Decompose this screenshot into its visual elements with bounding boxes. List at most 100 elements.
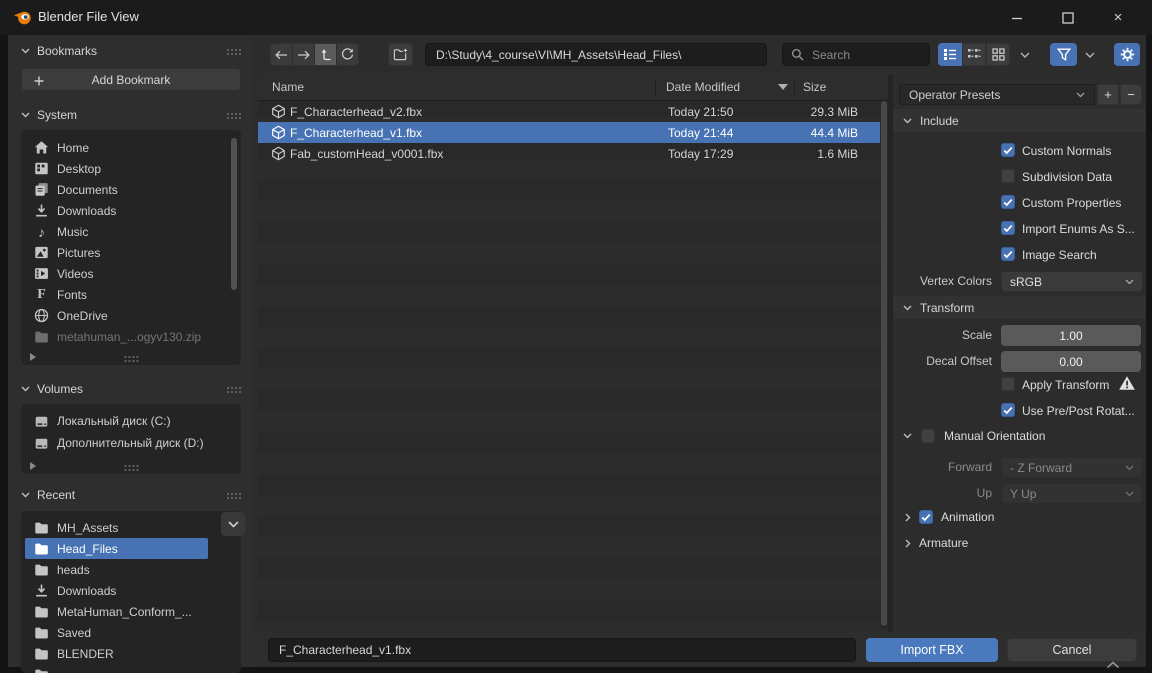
section-header-recent[interactable]: Recent: [21, 484, 241, 506]
panel-header-armature[interactable]: Armature: [905, 536, 968, 550]
mesh-cube-icon: [272, 125, 285, 140]
column-divider[interactable]: [794, 80, 795, 95]
chevron-up-icon[interactable]: [1106, 661, 1120, 669]
chevron-down-icon: [1125, 465, 1134, 470]
sidebar-item-home[interactable]: Home: [21, 137, 241, 158]
panel-header-animation[interactable]: Animation: [905, 510, 994, 524]
recent-item-mh-assets[interactable]: MH_Assets: [21, 517, 241, 538]
search-input[interactable]: [810, 46, 914, 63]
create-new-directory-button[interactable]: [388, 43, 413, 66]
manual-orientation-header[interactable]: Manual Orientation: [903, 429, 1045, 443]
file-list-scrollbar[interactable]: [881, 101, 887, 628]
recent-item-partial[interactable]: [21, 664, 241, 673]
desktop-icon: [35, 162, 48, 175]
plus-icon: [34, 76, 44, 86]
recent-item-heads[interactable]: heads: [21, 559, 241, 580]
file-row[interactable]: Fab_customHead_v0001.fbx Today 17:29 1.6…: [258, 143, 880, 164]
resize-grip-icon[interactable]: [123, 464, 139, 471]
minimize-button[interactable]: [999, 4, 1035, 31]
maximize-button[interactable]: [1050, 4, 1086, 31]
settings-button[interactable]: [1114, 43, 1140, 66]
search-field[interactable]: [782, 43, 930, 66]
forward-dropdown[interactable]: - Z Forward: [1001, 457, 1143, 478]
checkbox-custom-normals[interactable]: [1001, 143, 1015, 157]
view-horizontal-list-button[interactable]: [962, 43, 986, 66]
column-header-date-modified[interactable]: Date Modified: [666, 80, 740, 94]
sidebar-item-onedrive[interactable]: OneDrive: [21, 305, 241, 326]
view-vertical-list-button[interactable]: [938, 43, 962, 66]
resize-grip-icon[interactable]: [123, 355, 139, 362]
recent-item-head-files[interactable]: Head_Files: [25, 538, 208, 559]
panel-header-transform[interactable]: Transform: [893, 296, 1146, 319]
recent-item-downloads[interactable]: Downloads: [21, 580, 241, 601]
checkbox-custom-properties[interactable]: [1001, 195, 1015, 209]
path-field[interactable]: [425, 43, 767, 66]
filename-input[interactable]: [268, 638, 856, 662]
up-dropdown[interactable]: Y Up: [1001, 483, 1143, 504]
sort-descending-icon[interactable]: [778, 84, 788, 90]
checkbox-apply-transform[interactable]: [1001, 377, 1015, 391]
sidebar-item-documents[interactable]: Documents: [21, 179, 241, 200]
section-header-bookmarks[interactable]: Bookmarks: [21, 40, 241, 62]
scale-field[interactable]: 1.00: [1001, 325, 1141, 346]
add-bookmark-button[interactable]: Add Bookmark: [21, 68, 241, 91]
volume-item-d[interactable]: Дополнительный диск (D:): [21, 432, 241, 454]
sidebar-item-music[interactable]: ♪ Music: [21, 221, 241, 242]
display-settings-dropdown[interactable]: [1010, 43, 1040, 66]
file-row[interactable]: F_Characterhead_v2.fbx Today 21:50 29.3 …: [258, 101, 880, 122]
close-button[interactable]: ×: [1100, 4, 1136, 31]
music-note-icon: ♪: [38, 223, 45, 240]
file-row-selected[interactable]: F_Characterhead_v1.fbx Today 21:44 44.4 …: [258, 122, 880, 143]
column-header-size[interactable]: Size: [803, 80, 826, 94]
recent-item-metahuman-conform[interactable]: MetaHuman_Conform_...: [21, 601, 241, 622]
sidebar-item-videos[interactable]: Videos: [21, 263, 241, 284]
column-header-name[interactable]: Name: [272, 80, 304, 94]
import-options-panel: Operator Presets + − Include Custom Norm…: [893, 75, 1146, 632]
drag-grip-icon[interactable]: [226, 47, 241, 55]
import-fbx-button[interactable]: Import FBX: [866, 638, 998, 662]
window-title: Blender File View: [38, 9, 139, 24]
decal-offset-field[interactable]: 0.00: [1001, 351, 1141, 372]
panel-header-include[interactable]: Include: [893, 109, 1146, 132]
back-button[interactable]: [271, 44, 293, 65]
vertex-colors-dropdown[interactable]: sRGB: [1001, 271, 1143, 292]
sidebar-item-fonts[interactable]: F Fonts: [21, 284, 241, 305]
volume-item-c[interactable]: Локальный диск (C:): [21, 410, 241, 432]
view-thumbnails-button[interactable]: [986, 43, 1010, 66]
section-header-volumes[interactable]: Volumes: [21, 378, 241, 400]
remove-preset-button[interactable]: −: [1120, 84, 1142, 105]
filter-group: [1050, 43, 1103, 66]
sidebar-item-desktop[interactable]: Desktop: [21, 158, 241, 179]
column-divider[interactable]: [655, 80, 656, 95]
decal-offset-label: Decal Offset: [926, 354, 992, 368]
section-header-system[interactable]: System: [21, 104, 241, 126]
sidebar-item-downloads[interactable]: Downloads: [21, 200, 241, 221]
region-expand-arrow[interactable]: [30, 353, 36, 361]
checkbox-subdivision-data[interactable]: [1001, 169, 1015, 183]
recent-item-saved[interactable]: Saved: [21, 622, 241, 643]
checkbox-manual-orientation[interactable]: [921, 429, 935, 443]
recent-options-button[interactable]: [221, 512, 245, 536]
add-preset-button[interactable]: +: [1097, 84, 1119, 105]
filter-settings-dropdown[interactable]: [1077, 43, 1103, 66]
forward-button[interactable]: [293, 44, 315, 65]
checkbox-animation[interactable]: [919, 510, 933, 524]
region-expand-arrow[interactable]: [30, 462, 36, 470]
checkbox-import-enums[interactable]: [1001, 221, 1015, 235]
checkbox-image-search[interactable]: [1001, 247, 1015, 261]
system-scrollbar[interactable]: [231, 138, 237, 290]
sidebar-item-zip[interactable]: metahuman_...ogyv130.zip: [21, 326, 241, 347]
window-titlebar[interactable]: Blender File View ×: [0, 0, 1152, 35]
cancel-button[interactable]: Cancel: [1007, 638, 1137, 662]
drag-grip-icon[interactable]: [226, 491, 241, 499]
drag-grip-icon[interactable]: [226, 385, 241, 393]
filter-button[interactable]: [1050, 43, 1077, 66]
checkbox-use-prepost-rotation[interactable]: [1001, 403, 1015, 417]
operator-presets-dropdown[interactable]: Operator Presets: [899, 84, 1095, 105]
scrollbar-thumb[interactable]: [881, 101, 887, 626]
sidebar-item-pictures[interactable]: Pictures: [21, 242, 241, 263]
parent-directory-button[interactable]: [315, 44, 337, 65]
refresh-button[interactable]: [337, 44, 358, 65]
recent-item-blender[interactable]: BLENDER: [21, 643, 241, 664]
drag-grip-icon[interactable]: [226, 111, 241, 119]
